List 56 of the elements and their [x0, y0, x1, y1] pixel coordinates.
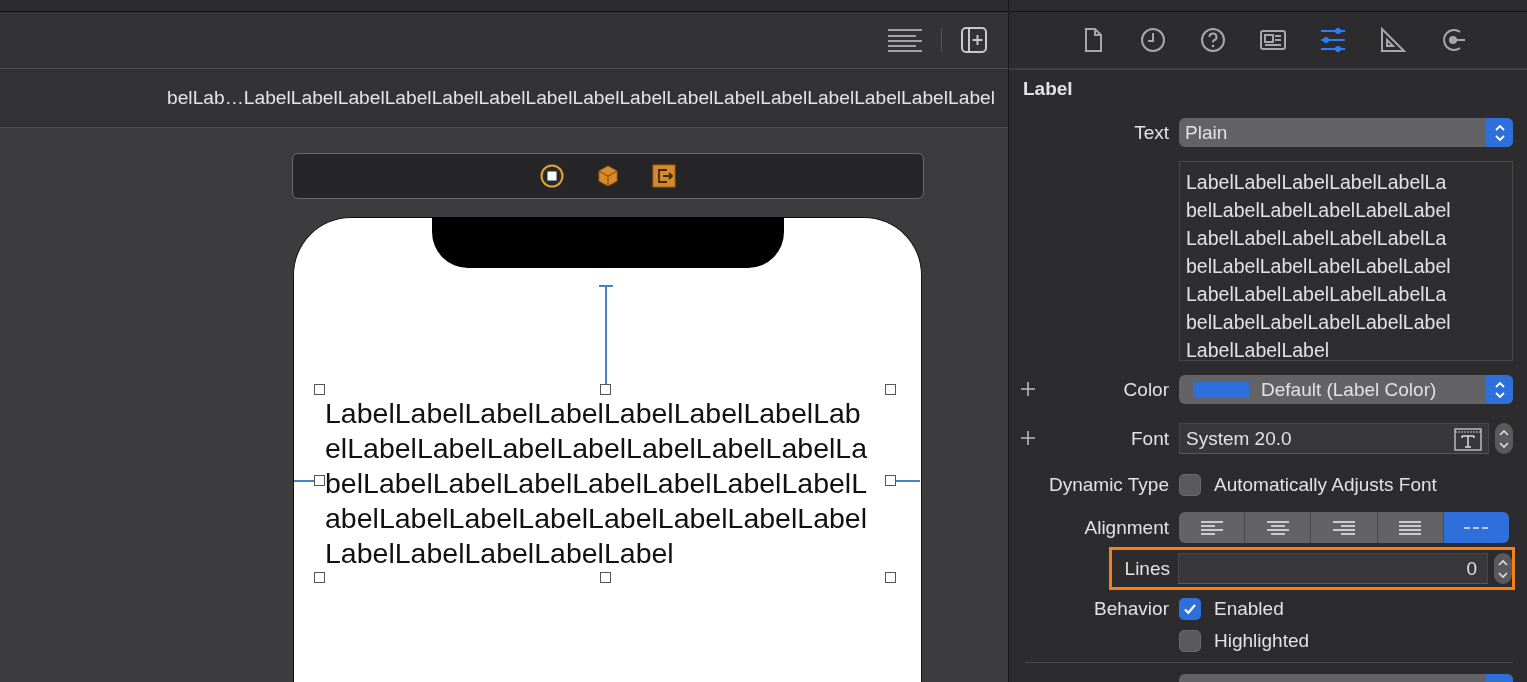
align-right-icon: [1332, 519, 1356, 536]
list-icon[interactable]: [887, 28, 923, 52]
add-panel-icon[interactable]: [960, 26, 988, 54]
alignment-segment[interactable]: [1179, 512, 1246, 543]
alignment-segment[interactable]: [1377, 512, 1444, 543]
add-icon[interactable]: [1021, 430, 1035, 445]
exit-icon[interactable]: [652, 164, 676, 188]
field-label: Lines: [1124, 557, 1170, 579]
checkbox[interactable]: [1179, 630, 1201, 652]
chevron-icon: [1493, 122, 1506, 143]
chevron-icon: [1498, 427, 1510, 450]
resize-handle[interactable]: [885, 384, 896, 395]
align-left-icon: [1199, 519, 1224, 536]
checkbox[interactable]: [1179, 598, 1201, 620]
resize-handle[interactable]: [314, 475, 325, 486]
resize-handle[interactable]: [600, 572, 611, 583]
alignment-segment[interactable]: [1245, 512, 1312, 543]
connection-icon[interactable]: [1440, 27, 1466, 53]
field-label: Font: [1130, 427, 1169, 449]
sliders-icon[interactable]: [1320, 27, 1346, 53]
label-text: LabelLabelLabelLabelLabelLabelLabelLab elLabelLabelLabelLabelLabelLabelLabelLa belLabelLabelLabelLabelLabelLabelLabelL abelLabelLabelLabelLabelLabelLabelLabel LabelLabelLabelLabelLabel: [325, 396, 867, 571]
align-center-icon: [1265, 519, 1290, 536]
section-title: Label: [1022, 77, 1074, 101]
checkbox[interactable]: [1179, 474, 1201, 496]
field-label: Alignment: [1084, 516, 1169, 538]
ruler-icon[interactable]: [1380, 27, 1406, 53]
field-label: Behavior: [1094, 598, 1169, 619]
lines-field[interactable]: 0: [1178, 553, 1488, 584]
resize-handle[interactable]: [600, 384, 611, 395]
add-icon[interactable]: [1021, 381, 1035, 396]
resize-handle[interactable]: [314, 572, 325, 583]
font-field[interactable]: System 20.0: [1179, 423, 1489, 454]
id-card-icon[interactable]: [1260, 27, 1286, 53]
cube-icon[interactable]: [596, 164, 620, 188]
text-area[interactable]: LabelLabelLabelLabelLabelLa belLabelLabelLabelLabelLabel LabelLabelLabelLabelLabelLa belLabelLabelLabelLabelLabel LabelLabelLabelLabelLabelLa belLabelLabelLabelLabelLabel LabelLabelLabel: [1179, 161, 1513, 361]
chevron-icon: [1497, 557, 1509, 580]
field-label: Dynamic Type: [1048, 474, 1169, 495]
align-justify-icon: [1398, 519, 1423, 536]
field-label: Text: [1134, 121, 1169, 143]
text-type-popup[interactable]: Plain: [1179, 118, 1513, 147]
checkbox-label: Highlighted: [1214, 630, 1310, 652]
stepper[interactable]: [1495, 423, 1513, 454]
checkbox-label: Enabled: [1214, 598, 1284, 620]
alignment-segment[interactable]: [1311, 512, 1378, 543]
resize-handle[interactable]: [885, 475, 896, 486]
field-label: Color: [1123, 378, 1169, 400]
help-icon[interactable]: [1200, 27, 1226, 53]
dashed-line-icon: [1464, 525, 1489, 530]
clock-icon[interactable]: [1140, 27, 1166, 53]
resize-handle[interactable]: [314, 384, 325, 395]
resize-handle[interactable]: [885, 572, 896, 583]
chevron-icon: [1493, 379, 1506, 400]
font-picker-icon[interactable]: [1454, 426, 1482, 451]
stepper[interactable]: [1494, 553, 1512, 584]
color-popup[interactable]: Default (Label Color): [1179, 375, 1513, 404]
checkbox-label: Automatically Adjusts Font: [1214, 474, 1437, 496]
